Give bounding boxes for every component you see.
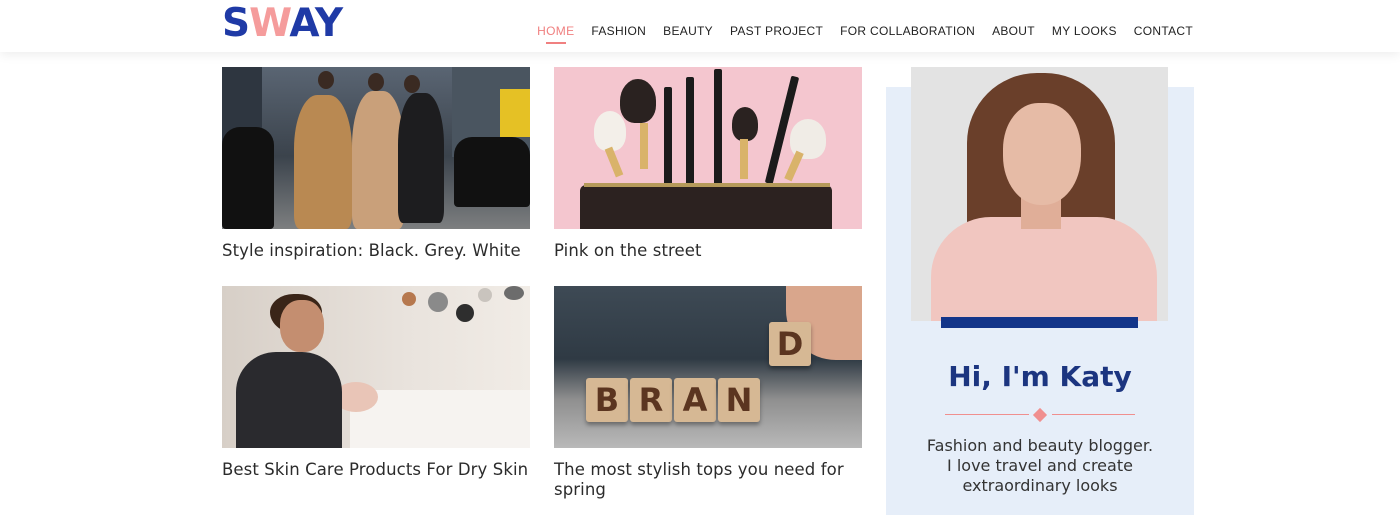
post-title[interactable]: Pink on the street: [554, 241, 862, 261]
brand-block-b: B: [586, 378, 628, 422]
brand-block-r: R: [630, 378, 672, 422]
post-image-skin-care[interactable]: [222, 286, 530, 448]
post-image-makeup-brushes[interactable]: [554, 67, 862, 229]
post-title[interactable]: The most stylish tops you need for sprin…: [554, 460, 862, 500]
nav-fashion[interactable]: FASHION: [591, 24, 646, 38]
nav-for-collaboration[interactable]: FOR COLLABORATION: [840, 24, 975, 38]
divider-line-left: [945, 414, 1029, 415]
brand-block-n: N: [718, 378, 760, 422]
nav-about[interactable]: ABOUT: [992, 24, 1035, 38]
post-title[interactable]: Best Skin Care Products For Dry Skin: [222, 460, 530, 480]
nav-my-looks[interactable]: MY LOOKS: [1052, 24, 1117, 38]
brand-block-d: D: [769, 322, 811, 366]
site-logo[interactable]: SWAY: [222, 4, 343, 43]
logo-letter-w: W: [249, 1, 290, 46]
main-nav: HOME FASHION BEAUTY PAST PROJECT FOR COL…: [537, 24, 1193, 38]
divider-line-right: [1052, 414, 1135, 415]
logo-letter-s: S: [222, 1, 250, 46]
post-title[interactable]: Style inspiration: Black. Grey. White: [222, 241, 530, 261]
nav-past-project[interactable]: PAST PROJECT: [730, 24, 823, 38]
brand-block-a: A: [674, 378, 716, 422]
nav-contact[interactable]: CONTACT: [1134, 24, 1193, 38]
bio-line: I love travel and create: [947, 456, 1133, 475]
author-portrait: [911, 67, 1168, 321]
bio-line: extraordinary looks: [962, 476, 1118, 495]
author-bio: Fashion and beauty blogger. I love trave…: [906, 436, 1174, 496]
post-card[interactable]: D B R A N The most stylish tops you need…: [554, 286, 862, 500]
author-greeting: Hi, I'm Katy: [948, 360, 1132, 393]
nav-beauty[interactable]: BEAUTY: [663, 24, 713, 38]
logo-letters-ay: AY: [289, 1, 343, 46]
post-card[interactable]: Style inspiration: Black. Grey. White: [222, 67, 530, 261]
nav-home[interactable]: HOME: [537, 24, 574, 38]
post-card[interactable]: Best Skin Care Products For Dry Skin: [222, 286, 530, 480]
bio-line: Fashion and beauty blogger.: [926, 436, 1154, 455]
portrait-accent-bar: [941, 317, 1138, 328]
post-card[interactable]: Pink on the street: [554, 67, 862, 261]
site-header: SWAY HOME FASHION BEAUTY PAST PROJECT FO…: [0, 0, 1400, 52]
post-image-street-style[interactable]: [222, 67, 530, 229]
post-image-brand-blocks[interactable]: D B R A N: [554, 286, 862, 448]
